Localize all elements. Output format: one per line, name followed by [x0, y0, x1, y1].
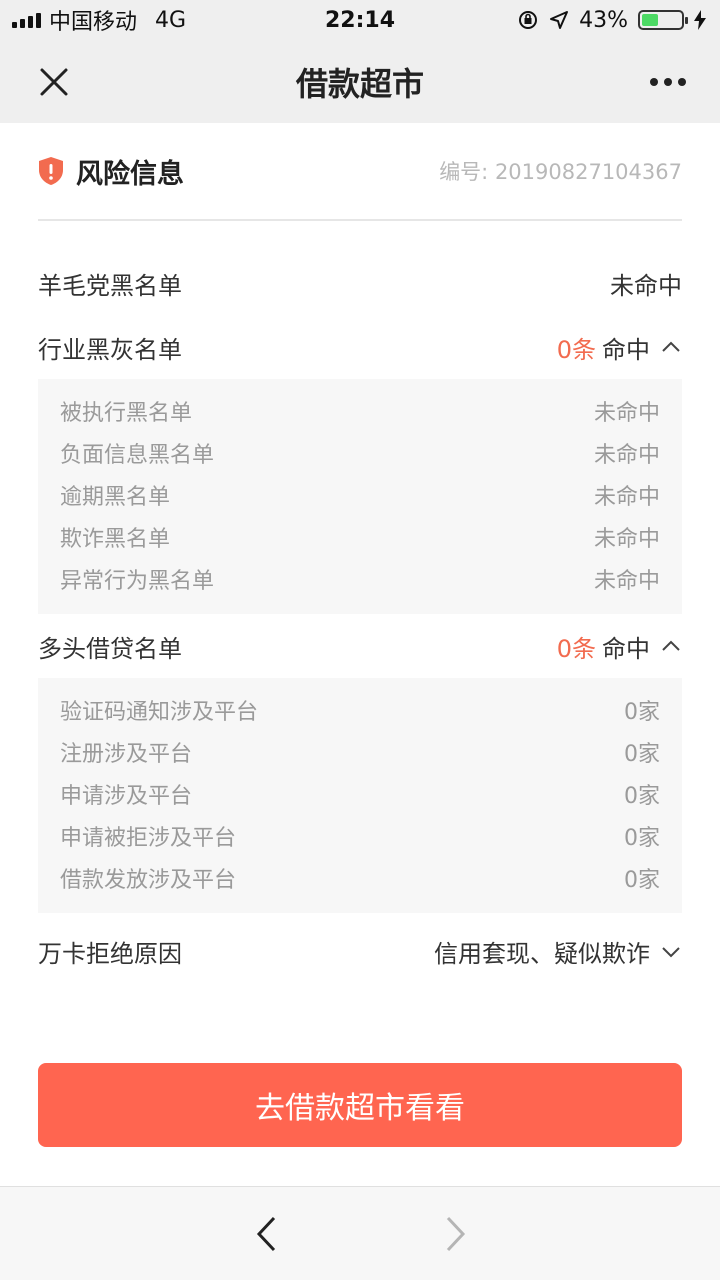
list-item: 被执行黑名单 未命中 — [60, 390, 660, 432]
item-label: 借款发放涉及平台 — [60, 868, 237, 893]
item-label: 被执行黑名单 — [60, 401, 193, 426]
go-loan-market-button[interactable]: 去借款超市看看 — [38, 1063, 682, 1147]
signal-strength-icon — [12, 12, 41, 28]
list-item: 借款发放涉及平台 0家 — [60, 857, 660, 899]
hit-count: 0条 — [556, 335, 596, 364]
risk-section-title: 风险信息 — [76, 158, 184, 190]
item-value: 0家 — [624, 700, 660, 725]
rejection-reason-value: 信用套现、疑似欺诈 — [434, 939, 650, 968]
row-label: 万卡拒绝原因 — [38, 939, 182, 968]
item-label: 欺诈黑名单 — [60, 527, 171, 552]
industry-blacklist-details: 被执行黑名单 未命中 负面信息黑名单 未命中 逾期黑名单 未命中 欺诈黑名单 未… — [38, 379, 682, 614]
item-value: 未命中 — [593, 443, 660, 468]
list-item: 负面信息黑名单 未命中 — [60, 432, 660, 474]
hit-status: 命中 — [602, 634, 650, 663]
item-value: 未命中 — [593, 401, 660, 426]
list-item: 申请涉及平台 0家 — [60, 773, 660, 815]
row-label: 多头借贷名单 — [38, 634, 182, 663]
more-dots-icon — [650, 78, 686, 86]
risk-section-header: 风险信息 编号: 20190827104367 — [38, 123, 682, 221]
row-label: 羊毛党黑名单 — [38, 271, 182, 300]
list-item: 注册涉及平台 0家 — [60, 731, 660, 773]
list-item: 申请被拒涉及平台 0家 — [60, 815, 660, 857]
charging-bolt-icon — [694, 10, 706, 30]
chevron-down-icon[interactable] — [660, 940, 682, 962]
shield-alert-icon — [39, 157, 63, 185]
location-arrow-icon — [550, 11, 569, 29]
more-button[interactable] — [644, 58, 692, 106]
row-value: 未命中 — [610, 271, 682, 300]
battery-icon — [638, 10, 688, 30]
status-bar: 中国移动 4G 22:14 43% — [0, 0, 720, 40]
carrier-name: 中国移动 — [49, 10, 138, 35]
back-button[interactable] — [246, 1209, 286, 1259]
reference-number: 编号: 20190827104367 — [439, 160, 682, 184]
item-label: 申请被拒涉及平台 — [60, 826, 237, 851]
browser-toolbar — [0, 1186, 720, 1280]
item-label: 逾期黑名单 — [60, 485, 171, 510]
close-icon — [40, 68, 68, 96]
page-title: 借款超市 — [295, 64, 424, 103]
item-value: 未命中 — [593, 569, 660, 594]
chevron-up-icon[interactable] — [660, 336, 682, 358]
battery-percent: 43% — [579, 7, 628, 33]
wool-blacklist-row: 羊毛党黑名单 未命中 — [38, 251, 682, 315]
network-type: 4G — [155, 7, 187, 33]
hit-count: 0条 — [556, 634, 596, 663]
item-label: 负面信息黑名单 — [60, 443, 215, 468]
item-value: 0家 — [624, 784, 660, 809]
item-label: 申请涉及平台 — [60, 784, 193, 809]
chevron-right-icon — [446, 1216, 466, 1252]
item-value: 未命中 — [593, 485, 660, 510]
item-label: 注册涉及平台 — [60, 742, 193, 767]
multi-loan-row[interactable]: 多头借贷名单 0条 命中 — [38, 614, 682, 678]
battery-level — [642, 14, 659, 26]
item-value: 0家 — [624, 742, 660, 767]
row-label: 行业黑灰名单 — [38, 335, 182, 364]
risk-info-card: 风险信息 编号: 20190827104367 羊毛党黑名单 未命中 行业黑灰名… — [38, 123, 682, 983]
list-item: 验证码通知涉及平台 0家 — [60, 689, 660, 731]
item-label: 异常行为黑名单 — [60, 569, 215, 594]
chevron-left-icon — [256, 1216, 276, 1252]
multi-loan-details: 验证码通知涉及平台 0家 注册涉及平台 0家 申请涉及平台 0家 申请被拒涉及平… — [38, 678, 682, 913]
orientation-lock-icon — [519, 11, 538, 29]
forward-button[interactable] — [436, 1209, 476, 1259]
list-item: 异常行为黑名单 未命中 — [60, 558, 660, 600]
list-item: 欺诈黑名单 未命中 — [60, 516, 660, 558]
item-value: 0家 — [624, 868, 660, 893]
list-item: 逾期黑名单 未命中 — [60, 474, 660, 516]
close-button[interactable] — [30, 58, 78, 106]
industry-blacklist-row[interactable]: 行业黑灰名单 0条 命中 — [38, 315, 682, 379]
nav-bar: 借款超市 — [0, 40, 720, 123]
chevron-up-icon[interactable] — [660, 635, 682, 657]
item-value: 未命中 — [593, 527, 660, 552]
rejection-reason-row[interactable]: 万卡拒绝原因 信用套现、疑似欺诈 — [38, 919, 682, 983]
hit-status: 命中 — [602, 335, 650, 364]
item-label: 验证码通知涉及平台 — [60, 700, 259, 725]
item-value: 0家 — [624, 826, 660, 851]
